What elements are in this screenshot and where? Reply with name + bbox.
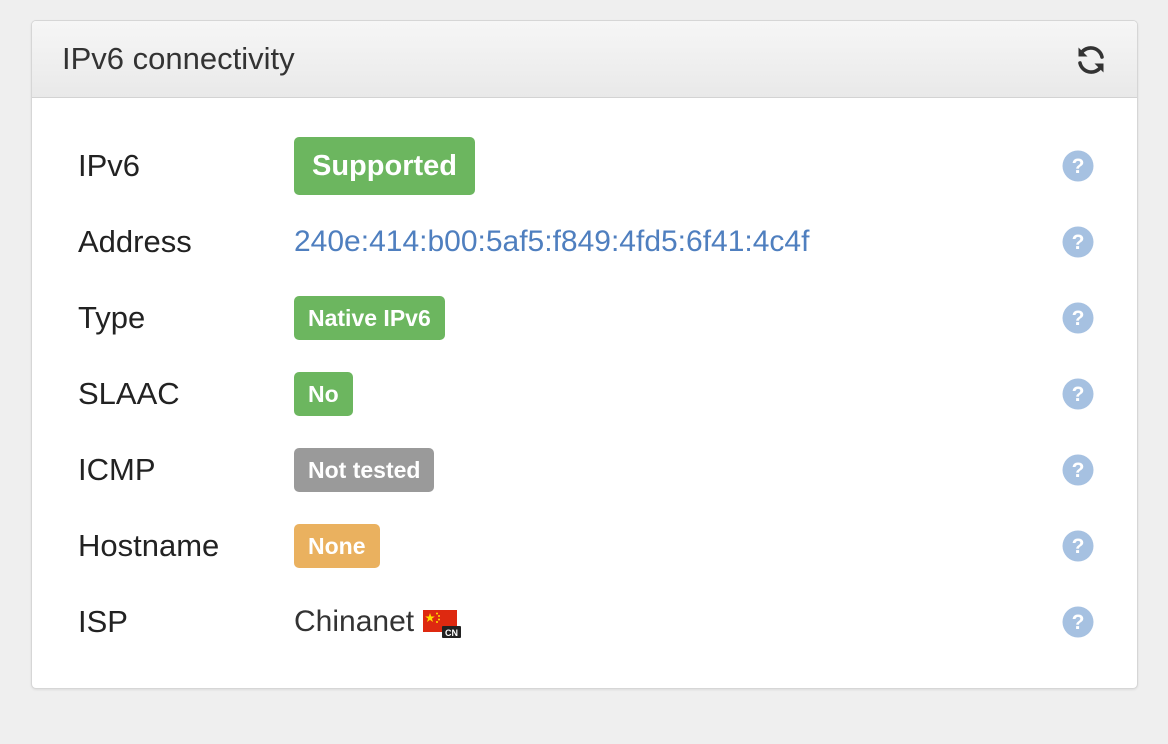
hostname-label: Hostname	[78, 528, 220, 563]
slaac-label: SLAAC	[78, 376, 180, 411]
question-circle-icon[interactable]: ?	[1062, 302, 1094, 334]
row-isp: ISP Chinanet CN ?	[32, 592, 1137, 652]
ipv6-connectivity-panel: IPv6 connectivity IPv6 Supported ? Addre…	[31, 20, 1138, 689]
ipv6-label: IPv6	[78, 148, 141, 183]
question-circle-icon[interactable]: ?	[1062, 530, 1094, 562]
isp-label: ISP	[78, 604, 128, 639]
row-ipv6: IPv6 Supported ?	[32, 136, 1137, 196]
refresh-icon[interactable]	[1073, 42, 1109, 78]
svg-text:?: ?	[1072, 231, 1085, 254]
ipv6-address-link[interactable]: 240e:414:b00:5af5:f849:4fd5:6f41:4c4f	[294, 225, 809, 259]
icmp-value: Not tested	[294, 440, 435, 500]
isp-text-wrap: Chinanet CN	[294, 605, 462, 639]
row-hostname: Hostname None ?	[32, 516, 1137, 576]
svg-text:?: ?	[1072, 307, 1085, 330]
type-value: Native IPv6	[294, 288, 445, 348]
icmp-label: ICMP	[78, 452, 156, 487]
isp-name: Chinanet	[294, 605, 415, 638]
question-circle-icon[interactable]: ?	[1062, 150, 1094, 182]
svg-text:?: ?	[1072, 155, 1085, 178]
isp-value: Chinanet CN	[294, 592, 462, 652]
row-icmp: ICMP Not tested ?	[32, 440, 1137, 500]
china-flag-icon: CN	[423, 610, 462, 638]
ipv6-value: Supported	[294, 136, 475, 196]
panel-heading: IPv6 connectivity	[32, 21, 1137, 98]
row-type: Type Native IPv6 ?	[32, 288, 1137, 348]
svg-text:?: ?	[1072, 611, 1085, 634]
flag-country-code: CN	[445, 628, 458, 638]
type-badge: Native IPv6	[294, 296, 445, 340]
row-slaac: SLAAC No ?	[32, 364, 1137, 424]
hostname-badge: None	[294, 524, 380, 568]
svg-text:?: ?	[1072, 459, 1085, 482]
address-label: Address	[78, 224, 192, 259]
icmp-badge: Not tested	[294, 448, 435, 492]
ipv6-status-badge: Supported	[294, 137, 475, 195]
svg-text:?: ?	[1072, 535, 1085, 558]
question-circle-icon[interactable]: ?	[1062, 226, 1094, 258]
type-label: Type	[78, 300, 146, 335]
slaac-badge: No	[294, 372, 353, 416]
svg-text:?: ?	[1072, 383, 1085, 406]
address-value: 240e:414:b00:5af5:f849:4fd5:6f41:4c4f	[294, 212, 809, 272]
panel-title: IPv6 connectivity	[62, 41, 295, 76]
question-circle-icon[interactable]: ?	[1062, 378, 1094, 410]
row-address: Address 240e:414:b00:5af5:f849:4fd5:6f41…	[32, 212, 1137, 272]
question-circle-icon[interactable]: ?	[1062, 606, 1094, 638]
question-circle-icon[interactable]: ?	[1062, 454, 1094, 486]
hostname-value: None	[294, 516, 380, 576]
slaac-value: No	[294, 364, 353, 424]
